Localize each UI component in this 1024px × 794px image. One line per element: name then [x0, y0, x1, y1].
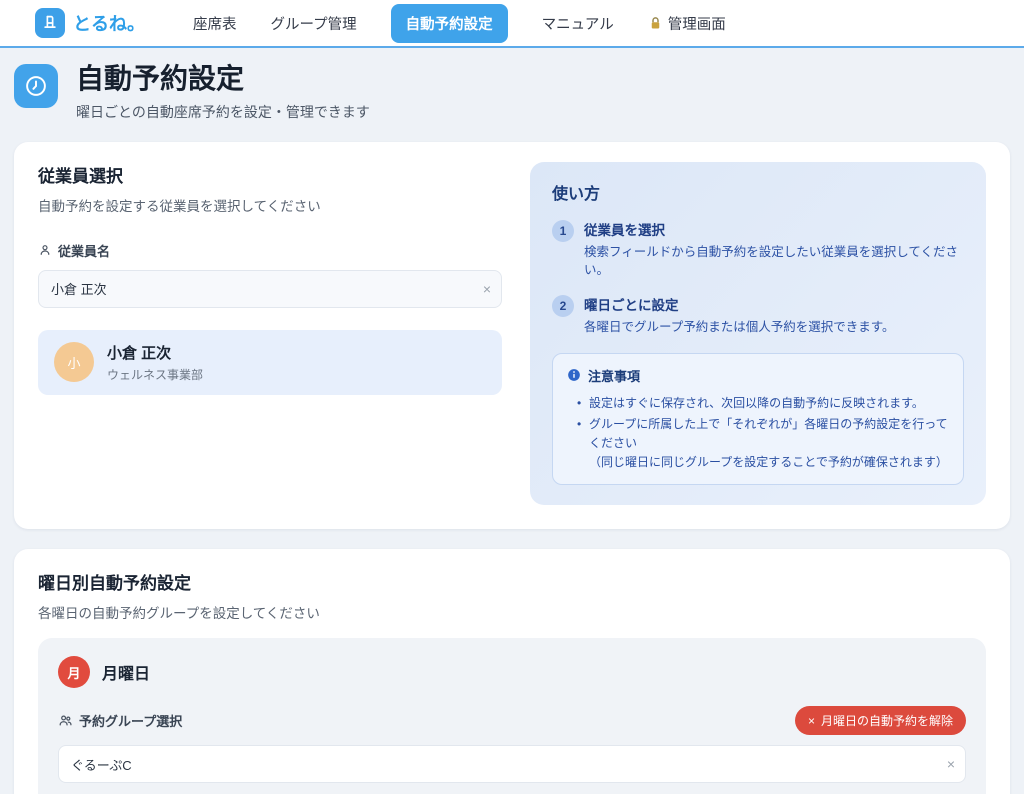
nav-item-group-management[interactable]: グループ管理: [271, 13, 357, 34]
note-list: 設定はすぐに保存され、次回以降の自動予約に反映されます。 グループに所属した上で…: [567, 394, 949, 471]
page-title: 自動予約設定: [76, 62, 370, 96]
selected-employee-department: ウェルネス事業部: [107, 366, 203, 383]
note-title: 注意事項: [588, 366, 640, 385]
usage-title: 使い方: [552, 180, 964, 204]
employee-section-title: 従業員選択: [38, 162, 502, 187]
clock-icon: [14, 64, 58, 108]
note-item: 設定はすぐに保存され、次回以降の自動予約に反映されます。: [577, 394, 949, 413]
step-1-description: 検索フィールドから自動予約を設定したい従業員を選択してください。: [584, 243, 964, 281]
group-select-label-text: 予約グループ選択: [79, 711, 182, 730]
person-icon: [38, 243, 52, 257]
group-select-row: 予約グループ選択 × 月曜日の自動予約を解除: [58, 706, 966, 735]
weekday-section-description: 各曜日の自動予約グループを設定してください: [38, 602, 986, 622]
nav-item-admin-label: 管理画面: [668, 13, 726, 34]
chair-logo-icon: [35, 8, 65, 38]
page-subtitle: 曜日ごとの自動座席予約を設定・管理できます: [76, 102, 370, 122]
selected-employee-name: 小倉 正次: [107, 342, 203, 363]
clear-employee-icon[interactable]: ×: [483, 282, 491, 296]
brand-logo[interactable]: とるね。: [35, 8, 145, 38]
weekday-settings-card: 曜日別自動予約設定 各曜日の自動予約グループを設定してください 月 月曜日: [14, 549, 1010, 794]
top-navbar: とるね。 座席表 グループ管理 自動予約設定 マニュアル 管理画面: [0, 0, 1024, 48]
release-button-label: 月曜日の自動予約を解除: [821, 712, 953, 729]
note-box: 注意事項 設定はすぐに保存され、次回以降の自動予約に反映されます。 グループに所…: [552, 353, 964, 485]
employee-search-wrap: ×: [38, 270, 502, 308]
nav-item-auto-reservation[interactable]: 自動予約設定: [391, 4, 508, 43]
note-item: グループに所属した上で「それぞれが」各曜日の予約設定を行ってください （同じ曜日に…: [577, 415, 949, 471]
step-1-body: 従業員を選択 検索フィールドから自動予約を設定したい従業員を選択してください。: [584, 219, 964, 281]
employee-selection-column: 従業員選択 自動予約を設定する従業員を選択してください 従業員名 ×: [38, 162, 502, 506]
step-2-body: 曜日ごとに設定 各曜日でグループ予約または個人予約を選択できます。: [584, 294, 895, 337]
step-2-title: 曜日ごとに設定: [584, 294, 895, 314]
nav-item-seat-map[interactable]: 座席表: [193, 13, 237, 34]
app-window: とるね。 座席表 グループ管理 自動予約設定 マニュアル 管理画面: [0, 0, 1024, 794]
page-header-text: 自動予約設定 曜日ごとの自動座席予約を設定・管理できます: [76, 62, 370, 122]
step-1-badge: 1: [552, 220, 574, 242]
nav-item-admin[interactable]: 管理画面: [648, 13, 726, 34]
clear-group-icon[interactable]: ×: [947, 757, 955, 771]
employee-search-input[interactable]: [38, 270, 502, 308]
employee-name-label-text: 従業員名: [58, 241, 110, 260]
brand-name: とるね。: [73, 10, 145, 36]
group-select-label: 予約グループ選択: [58, 711, 182, 730]
info-icon: [567, 368, 581, 382]
usage-step-2: 2 曜日ごとに設定 各曜日でグループ予約または個人予約を選択できます。: [552, 294, 964, 337]
monday-header: 月 月曜日: [58, 656, 966, 688]
selected-employee-avatar: 小: [54, 342, 94, 382]
lock-icon: [648, 16, 663, 31]
step-2-description: 各曜日でグループ予約または個人予約を選択できます。: [584, 318, 895, 337]
note-item-1-text: 設定はすぐに保存され、次回以降の自動予約に反映されます。: [589, 396, 924, 410]
monday-badge: 月: [58, 656, 90, 688]
nav-item-manual[interactable]: マニュアル: [542, 13, 614, 34]
group-search-wrap: ×: [58, 745, 966, 783]
employee-selection-card: 従業員選択 自動予約を設定する従業員を選択してください 従業員名 ×: [14, 142, 1010, 530]
page-header: 自動予約設定 曜日ごとの自動座席予約を設定・管理できます: [14, 48, 1010, 142]
release-x-icon: ×: [808, 714, 815, 728]
usage-column: 使い方 1 従業員を選択 検索フィールドから自動予約を設定したい従業員を選択して…: [530, 162, 986, 506]
group-icon: [58, 713, 73, 728]
selected-employee-card[interactable]: 小 小倉 正次 ウェルネス事業部: [38, 330, 502, 395]
employee-name-label: 従業員名: [38, 241, 502, 260]
nav-menu: 座席表 グループ管理 自動予約設定 マニュアル 管理画面: [193, 4, 726, 43]
note-item-2-subtext: （同じ曜日に同じグループを設定することで予約が確保されます）: [589, 453, 949, 472]
step-1-title: 従業員を選択: [584, 219, 964, 239]
note-header: 注意事項: [567, 366, 949, 385]
weekday-section-title: 曜日別自動予約設定: [38, 569, 986, 594]
usage-panel: 使い方 1 従業員を選択 検索フィールドから自動予約を設定したい従業員を選択して…: [530, 162, 986, 506]
usage-step-1: 1 従業員を選択 検索フィールドから自動予約を設定したい従業員を選択してください…: [552, 219, 964, 281]
monday-label: 月曜日: [102, 660, 150, 684]
release-monday-button[interactable]: × 月曜日の自動予約を解除: [795, 706, 966, 735]
note-item-2-text: グループに所属した上で「それぞれが」各曜日の予約設定を行ってください: [589, 417, 948, 450]
monday-panel: 月 月曜日 予約グループ選択: [38, 638, 986, 794]
step-2-badge: 2: [552, 295, 574, 317]
selected-employee-info: 小倉 正次 ウェルネス事業部: [107, 342, 203, 383]
employee-section-description: 自動予約を設定する従業員を選択してください: [38, 195, 502, 215]
group-search-input[interactable]: [58, 745, 966, 783]
